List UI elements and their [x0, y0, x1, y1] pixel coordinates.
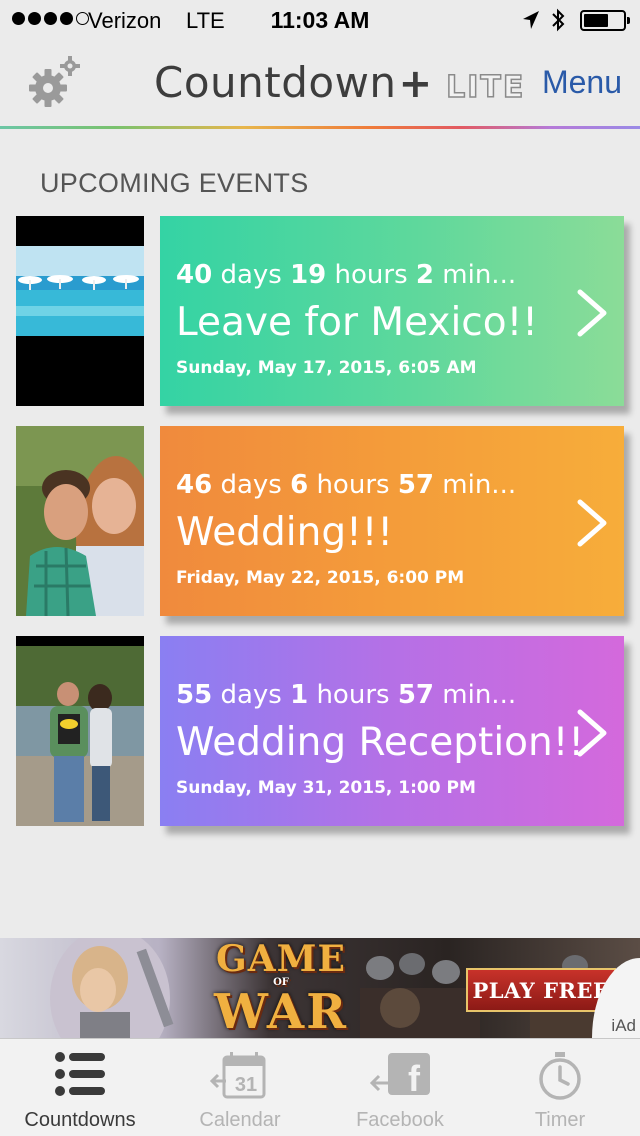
battery-icon — [580, 10, 630, 31]
tab-calendar[interactable]: 31 Calendar — [160, 1039, 320, 1136]
event-row[interactable]: 40 days 19 hours 2 min... Leave for Mexi… — [0, 216, 640, 408]
tab-label: Facebook — [356, 1109, 444, 1131]
stopwatch-icon — [537, 1051, 583, 1105]
event-name: Wedding!!! — [176, 510, 393, 555]
lite-badge: LITE — [445, 69, 526, 106]
clock: 11:03 AM — [270, 7, 370, 33]
facebook-share-icon: f — [368, 1051, 432, 1105]
app-title: Countdown + LITE — [154, 58, 525, 107]
event-countdown: 40 days 19 hours 2 min... — [176, 260, 517, 290]
svg-text:31: 31 — [235, 1074, 257, 1096]
chevron-right-icon[interactable] — [574, 498, 610, 552]
tab-label: Timer — [534, 1109, 586, 1131]
event-card[interactable]: 46 days 6 hours 57 min... Wedding!!! Fri… — [160, 426, 624, 616]
navigation-bar: Countdown + LITE Menu — [0, 40, 640, 128]
gear-icon[interactable] — [28, 54, 82, 114]
event-countdown: 46 days 6 hours 57 min... — [176, 470, 517, 500]
event-name: Wedding Reception!! — [176, 720, 584, 765]
section-title: UPCOMING EVENTS — [40, 168, 309, 198]
event-card[interactable]: 40 days 19 hours 2 min... Leave for Mexi… — [160, 216, 624, 406]
event-date: Sunday, May 17, 2015, 6:05 AM — [176, 358, 477, 378]
location-arrow-icon — [522, 10, 540, 36]
tab-label: Countdowns — [24, 1109, 136, 1131]
event-name: Leave for Mexico!! — [176, 300, 538, 345]
svg-text:f: f — [408, 1058, 421, 1099]
menu-button[interactable]: Menu — [542, 64, 622, 101]
event-photo-couple-lake — [16, 636, 144, 826]
list-icon — [55, 1051, 105, 1101]
tab-label: Calendar — [199, 1109, 281, 1131]
calendar-icon: 31 — [209, 1051, 270, 1105]
event-row[interactable]: 55 days 1 hours 57 min... Wedding Recept… — [0, 636, 640, 828]
ad-title: GAME OF WAR — [214, 938, 348, 1038]
event-photo-couple — [16, 426, 144, 616]
status-bar: Verizon LTE 11:03 AM — [0, 0, 640, 40]
chevron-right-icon[interactable] — [574, 708, 610, 762]
iad-badge: iAd — [611, 1016, 636, 1035]
tab-bar: Countdowns 31 Calendar f Facebook Timer — [0, 1038, 640, 1136]
play-free-button[interactable]: PLAY FREE — [466, 968, 616, 1012]
tab-countdowns[interactable]: Countdowns — [0, 1039, 160, 1136]
event-date: Sunday, May 31, 2015, 1:00 PM — [176, 778, 476, 798]
app-title-text: Countdown — [154, 58, 397, 107]
event-date: Friday, May 22, 2015, 6:00 PM — [176, 568, 465, 588]
header-divider — [0, 126, 640, 129]
tab-timer[interactable]: Timer — [480, 1039, 640, 1136]
app-title-plus: + — [398, 61, 433, 107]
event-card[interactable]: 55 days 1 hours 57 min... Wedding Recept… — [160, 636, 624, 826]
bluetooth-icon — [550, 7, 566, 39]
event-row[interactable]: 46 days 6 hours 57 min... Wedding!!! Fri… — [0, 426, 640, 618]
chevron-right-icon[interactable] — [574, 288, 610, 342]
event-countdown: 55 days 1 hours 57 min... — [176, 680, 517, 710]
tab-facebook[interactable]: f Facebook — [320, 1039, 480, 1136]
ad-banner[interactable]: GAME OF WAR PLAY FREE iAd — [0, 938, 640, 1038]
event-photo-beach — [16, 216, 144, 406]
